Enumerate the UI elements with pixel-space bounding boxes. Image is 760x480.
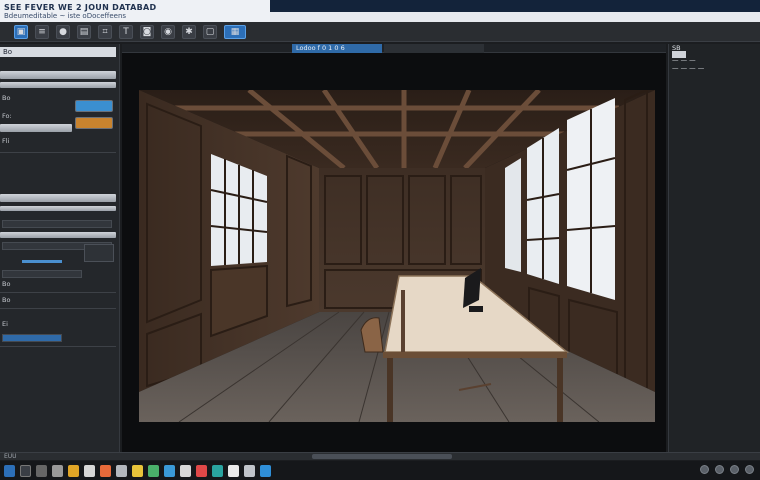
divider	[0, 308, 116, 309]
system-tray	[700, 465, 754, 474]
panel-section-bar[interactable]	[0, 124, 72, 132]
panel-selected-field[interactable]	[2, 334, 62, 342]
app-icon[interactable]	[212, 464, 223, 477]
app-icon[interactable]	[116, 464, 127, 477]
status-bar: EUU	[0, 452, 760, 460]
app-icon[interactable]	[228, 464, 239, 477]
layers-icon[interactable]: ≡	[35, 24, 49, 39]
panel-preview-box[interactable]	[84, 244, 114, 262]
status-text: EUU	[4, 453, 17, 460]
color-swatch-blue[interactable]	[75, 100, 113, 112]
panel-label: — — — —	[672, 64, 705, 72]
app-subtitle: Bdeumeditable ~ iste oDoceffeens	[4, 12, 127, 20]
app-icon[interactable]	[84, 464, 95, 477]
panel-section-bar[interactable]	[0, 232, 116, 238]
panel-header: Bo	[0, 47, 116, 57]
divider	[0, 292, 116, 293]
panel-section-bar[interactable]	[0, 206, 116, 211]
grid-icon[interactable]: ▦	[224, 24, 246, 39]
app-icon[interactable]	[36, 464, 47, 477]
panel-row-label: Fli	[2, 137, 10, 145]
color-swatch-orange[interactable]	[75, 117, 113, 129]
tray-icon[interactable]	[745, 465, 754, 474]
right-window	[505, 158, 521, 272]
app-icon[interactable]	[100, 464, 111, 477]
title-accent-band-lower	[270, 12, 760, 22]
canvas-area: Lodoo f 0 1 0 6	[122, 44, 666, 452]
app-icon[interactable]	[132, 464, 143, 477]
panel-row-label: Ei	[2, 320, 8, 328]
divider	[0, 152, 116, 153]
layers-panel: SB — — — — — — —	[668, 44, 760, 452]
properties-panel: Bo Bo Fo: Fli Bo Bo Ei	[0, 44, 120, 452]
tray-icon[interactable]	[700, 465, 709, 474]
panel-input-field[interactable]	[2, 270, 82, 278]
eye-icon[interactable]: ◉	[161, 24, 175, 39]
app-icon[interactable]	[20, 464, 31, 477]
app-title: SEE FEVER WE 2 JOUN DATABAD	[4, 3, 157, 12]
app-icon[interactable]	[52, 464, 63, 477]
document-tab-inactive[interactable]	[384, 44, 484, 53]
app-icon[interactable]	[196, 464, 207, 477]
panel-row-label: Bo	[2, 280, 11, 288]
app-icon[interactable]	[260, 464, 271, 477]
start-icon[interactable]	[4, 464, 15, 477]
image-icon[interactable]: ▣	[14, 24, 28, 39]
divider	[0, 346, 116, 347]
panel-row-label: Bo	[2, 296, 11, 304]
panel-section-bar[interactable]	[0, 194, 116, 202]
panel-section-bar[interactable]	[0, 82, 116, 88]
folder-icon[interactable]	[68, 464, 79, 477]
tray-icon[interactable]	[730, 465, 739, 474]
tray-icon[interactable]	[715, 465, 724, 474]
frame-icon[interactable]: ▢	[203, 24, 217, 39]
app-icon[interactable]	[244, 464, 255, 477]
lock-icon[interactable]: ◙	[140, 24, 154, 39]
panel-label: — — —	[672, 56, 696, 64]
main-toolbar: ▣ ≡ ● ▤ ⌗ T ◙ ◉ ✱ ▢ ▦	[0, 22, 760, 42]
settings-icon[interactable]: ✱	[182, 24, 196, 39]
title-bar: SEE FEVER WE 2 JOUN DATABAD Bdeumeditabl…	[0, 0, 760, 22]
app-icon[interactable]	[164, 464, 175, 477]
crop-icon[interactable]: ⌗	[98, 24, 112, 39]
file-icon[interactable]: ▤	[77, 24, 91, 39]
app-icon[interactable]	[180, 464, 191, 477]
panel-input-field[interactable]	[2, 220, 112, 228]
panel-label: SB	[672, 44, 681, 52]
taskbar	[0, 461, 760, 480]
document-tab[interactable]: Lodoo f 0 1 0 6	[292, 44, 382, 53]
app-icon[interactable]	[148, 464, 159, 477]
title-accent-band	[270, 0, 760, 12]
brush-icon[interactable]: ●	[56, 24, 70, 39]
room-render-viewport[interactable]	[139, 90, 655, 422]
horizontal-scrollbar[interactable]	[312, 454, 452, 459]
panel-section-bar[interactable]	[0, 71, 116, 79]
panel-slider[interactable]	[22, 260, 62, 263]
text-icon[interactable]: T	[119, 24, 133, 39]
